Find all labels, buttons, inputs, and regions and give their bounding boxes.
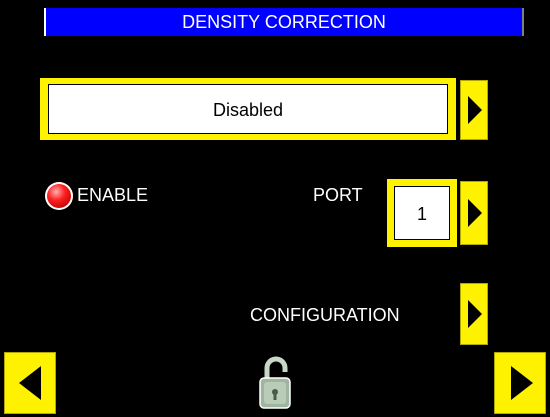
enable-label: ENABLE — [77, 185, 149, 205]
arrow-right-icon — [468, 199, 482, 227]
configuration-label: CONFIGURATION — [250, 305, 400, 325]
arrow-left-icon — [19, 366, 41, 400]
port-next-button[interactable] — [460, 181, 488, 245]
page-title: DENSITY CORRECTION — [44, 8, 524, 36]
enable-indicator-icon — [45, 182, 73, 210]
next-screen-button[interactable] — [494, 352, 546, 414]
previous-screen-button[interactable] — [4, 352, 56, 414]
padlock-svg — [259, 356, 291, 409]
port-value-field[interactable]: 1 — [394, 186, 450, 240]
arrow-right-icon — [468, 96, 482, 124]
mode-next-button[interactable] — [460, 80, 488, 140]
port-label: PORT — [313, 185, 363, 205]
unlocked-padlock-icon[interactable] — [257, 352, 293, 412]
mode-value-field[interactable]: Disabled — [48, 84, 448, 134]
arrow-right-icon — [511, 366, 533, 400]
configuration-next-button[interactable] — [460, 283, 488, 345]
arrow-right-icon — [468, 300, 482, 328]
